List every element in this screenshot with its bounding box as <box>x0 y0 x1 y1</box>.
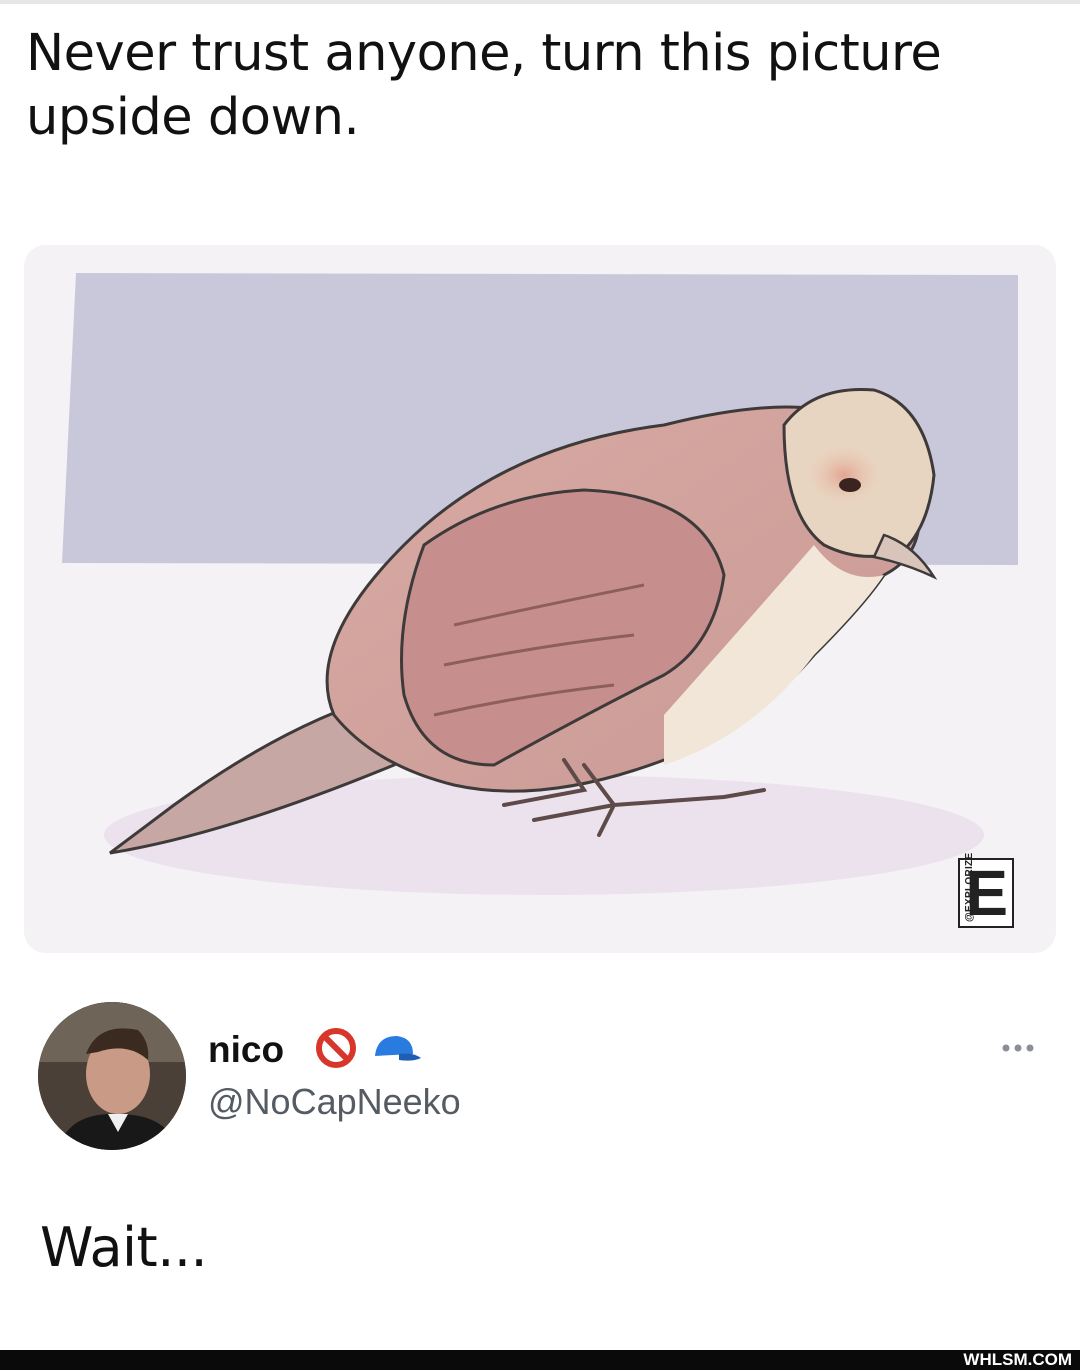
user-handle[interactable]: @NoCapNeeko <box>208 1080 461 1124</box>
post-image[interactable]: @EXPLORIZE E <box>24 245 1056 953</box>
watermark-vertical-text: @EXPLORIZE <box>964 852 975 922</box>
avatar-photo <box>38 1002 186 1150</box>
more-icon[interactable] <box>998 1036 1038 1060</box>
name-badges <box>315 1027 423 1069</box>
bird-illustration <box>24 245 1056 953</box>
post-caption: Never trust anyone, turn this picture up… <box>26 24 942 147</box>
avatar[interactable] <box>38 1002 186 1150</box>
top-divider <box>0 0 1080 4</box>
footer-bar: WHLSM.COM <box>0 1350 1080 1370</box>
prohibited-icon <box>316 1028 356 1068</box>
footer-site-label: WHLSM.COM <box>963 1350 1072 1369</box>
user-display-name[interactable]: nico <box>208 1028 284 1072</box>
blue-cap-icon <box>375 1036 421 1061</box>
tweet-text: Wait... <box>40 1216 208 1279</box>
explorize-watermark: @EXPLORIZE E <box>958 852 1014 928</box>
